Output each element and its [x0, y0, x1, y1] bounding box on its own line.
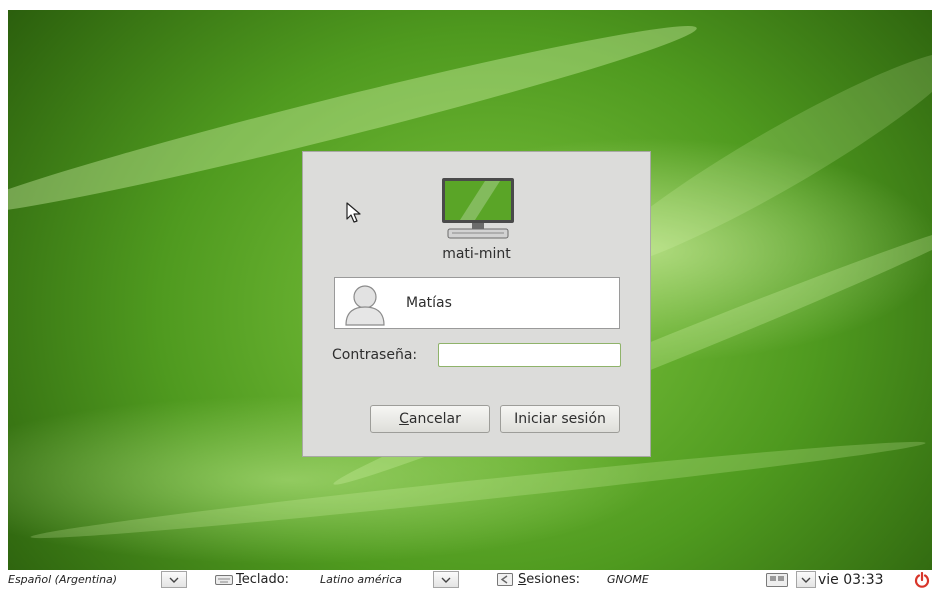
password-label: Contraseña: [332, 347, 418, 363]
clock[interactable]: vie 03:33 [818, 572, 884, 588]
chevron-down-icon [169, 577, 179, 583]
taskbar: Español (Argentina) Teclado: Latino amér… [0, 570, 932, 590]
language-selector[interactable]: Español (Argentina) [8, 572, 117, 588]
keyboard-icon [215, 575, 233, 585]
screen-icon[interactable] [766, 573, 788, 587]
keyboard-dropdown-button[interactable] [433, 571, 459, 588]
language-dropdown-button[interactable] [161, 571, 187, 588]
keyboard-label-text: eclado: [241, 572, 290, 587]
chevron-down-icon [441, 577, 451, 583]
power-icon[interactable] [914, 572, 930, 588]
sessions-icon [497, 573, 513, 586]
chevron-down-icon [801, 577, 811, 583]
user-list[interactable]: Matías [334, 277, 620, 329]
keyboard-label: Teclado: [236, 572, 289, 588]
arrow-cursor-icon [346, 202, 361, 223]
user-avatar-icon [345, 285, 385, 326]
login-dialog: mati-mint Matías Contraseña: Cancelar In… [302, 151, 651, 457]
cancel-button[interactable]: Cancelar [370, 405, 490, 433]
password-field[interactable] [438, 343, 621, 367]
cancel-label: ancelar [408, 411, 461, 427]
computer-icon [442, 178, 514, 239]
login-button[interactable]: Iniciar sesión [500, 405, 620, 433]
sessions-label: Sesiones: [518, 572, 580, 588]
clock-dropdown-button[interactable] [796, 571, 816, 588]
user-name: Matías [406, 295, 452, 311]
keyboard-layout-selector[interactable]: Latino américa [320, 572, 402, 588]
session-selector[interactable]: GNOME [607, 572, 649, 588]
sessions-label-text: esiones: [526, 572, 580, 587]
hostname-label: mati-mint [442, 246, 511, 262]
cancel-mnemonic: C [399, 411, 409, 427]
